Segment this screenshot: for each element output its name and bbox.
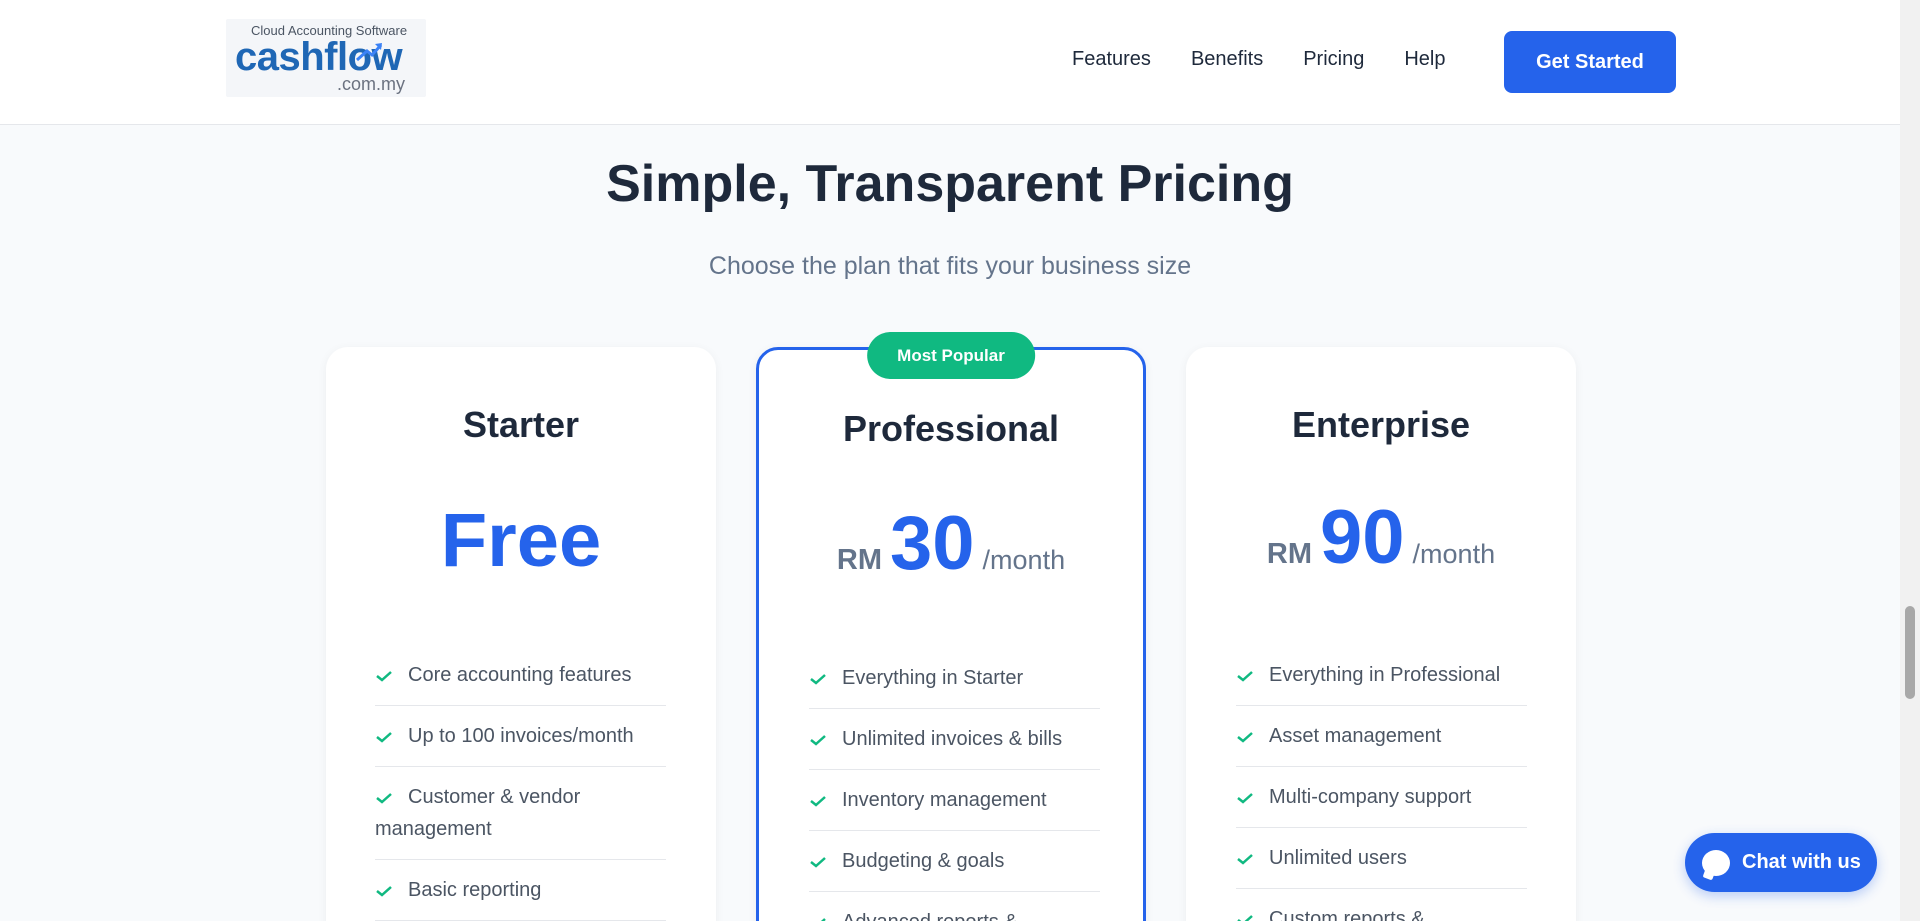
feature-list: Everything in Starter Unlimited invoices… xyxy=(809,648,1100,921)
feature-label: Multi-company support xyxy=(1269,786,1472,808)
price-amount: 90 xyxy=(1320,495,1405,580)
feature-item: Budgeting & goals xyxy=(809,831,1100,892)
plan-price: RM 90 /month xyxy=(1186,494,1576,581)
get-started-button[interactable]: Get Started xyxy=(1504,31,1676,93)
plan-name: Enterprise xyxy=(1291,404,1471,445)
main-nav: Features Benefits Pricing Help xyxy=(1072,48,1485,71)
check-icon xyxy=(1237,915,1253,921)
price-amount: 30 xyxy=(890,501,975,586)
check-icon xyxy=(810,735,826,746)
plan-name: Starter xyxy=(462,404,580,445)
price-period: /month xyxy=(1412,539,1496,569)
check-icon xyxy=(810,674,826,685)
most-popular-badge: Most Popular xyxy=(867,332,1035,379)
feature-label: Inventory management xyxy=(842,789,1047,811)
page-scrollbar[interactable] xyxy=(1900,0,1920,921)
chat-label: Chat with us xyxy=(1742,851,1861,873)
price-currency: RM xyxy=(1266,538,1312,570)
check-icon xyxy=(376,793,392,804)
check-icon xyxy=(1237,732,1253,743)
plan-price: Free xyxy=(440,498,602,583)
check-icon xyxy=(376,732,392,743)
section-title: Simple, Transparent Pricing xyxy=(606,155,1294,213)
feature-item: Basic reporting xyxy=(375,860,666,921)
feature-label: Unlimited invoices & bills xyxy=(842,728,1063,750)
plan-card-professional: Most Popular Professional RM 30 /month E… xyxy=(756,332,1146,921)
cashflow-logo[interactable]: Cloud Accounting Software cashflow .com.… xyxy=(226,19,426,97)
check-icon xyxy=(820,918,826,921)
section-subtitle: Choose the plan that fits your business … xyxy=(708,252,1192,280)
check-icon xyxy=(1237,793,1253,804)
scrollbar-thumb[interactable] xyxy=(1905,606,1915,699)
feature-label: Up to 100 invoices/month xyxy=(408,725,634,747)
feature-label: Basic reporting xyxy=(408,879,542,901)
feature-item: Everything in Starter xyxy=(809,648,1100,709)
feature-label: Budgeting & goals xyxy=(842,850,1005,872)
feature-list: Core accounting features Up to 100 invoi… xyxy=(375,645,666,921)
plan-price: RM 30 /month xyxy=(759,500,1143,587)
logo-arrow-icon xyxy=(355,43,383,62)
feature-item: Inventory management xyxy=(809,770,1100,831)
plan-card-starter: Starter Free Core accounting features Up… xyxy=(326,347,716,921)
feature-item: Core accounting features xyxy=(375,645,666,706)
feature-label: Advanced reports & xyxy=(842,911,1018,921)
feature-label: Everything in Professional xyxy=(1269,664,1501,686)
feature-item: Everything in Professional xyxy=(1236,645,1527,706)
plan-name: Professional xyxy=(842,408,1060,449)
nav-features[interactable]: Features xyxy=(1072,48,1151,71)
feature-label: Customer & vendor management xyxy=(375,786,581,840)
feature-item: Unlimited users xyxy=(1236,828,1527,889)
feature-label: Core accounting features xyxy=(408,664,632,686)
feature-label: Unlimited users xyxy=(1269,847,1407,869)
feature-label: Custom reports & xyxy=(1269,908,1425,921)
price-period: /month xyxy=(982,545,1066,575)
feature-item: Advanced reports & xyxy=(809,892,1100,921)
nav-pricing[interactable]: Pricing xyxy=(1303,48,1364,71)
nav-help[interactable]: Help xyxy=(1404,48,1445,71)
check-icon xyxy=(810,857,826,868)
feature-item: Multi-company support xyxy=(1236,767,1527,828)
plan-card-enterprise: Enterprise RM 90 /month Everything in Pr… xyxy=(1186,347,1576,921)
nav-benefits[interactable]: Benefits xyxy=(1191,48,1263,71)
check-icon xyxy=(376,886,392,897)
check-icon xyxy=(376,671,392,682)
check-icon xyxy=(1237,671,1253,682)
logo-domain: .com.my xyxy=(337,74,406,94)
chat-with-us-button[interactable]: Chat with us xyxy=(1685,833,1877,892)
feature-list: Everything in Professional Asset managem… xyxy=(1236,645,1527,921)
price-currency: RM xyxy=(836,544,882,576)
chat-bubble-icon xyxy=(1702,849,1730,876)
feature-item: Customer & vendor management xyxy=(375,767,666,860)
feature-item: Asset management xyxy=(1236,706,1527,767)
feature-item: Up to 100 invoices/month xyxy=(375,706,666,767)
site-header: Cloud Accounting Software cashflow .com.… xyxy=(0,0,1900,125)
check-icon xyxy=(1237,854,1253,865)
feature-item: Unlimited invoices & bills xyxy=(809,709,1100,770)
feature-label: Asset management xyxy=(1269,725,1442,747)
feature-label: Everything in Starter xyxy=(842,667,1024,689)
check-icon xyxy=(810,796,826,807)
feature-item: Custom reports & xyxy=(1236,889,1527,921)
